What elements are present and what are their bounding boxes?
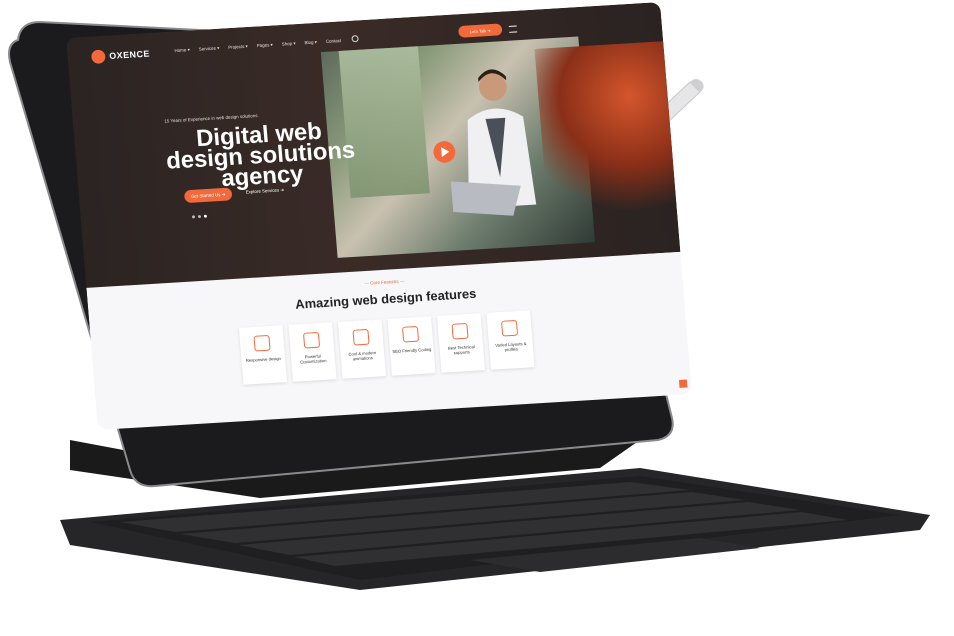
customization-icon	[302, 331, 321, 349]
tablet-screen: OXENCE Home ▾ Services ▾ Projects ▾ Page…	[66, 2, 692, 430]
feature-label: SEO Friendly Coding	[392, 346, 432, 355]
nav-item-pages[interactable]: Pages ▾	[256, 42, 273, 49]
feature-card[interactable]: Cool & modern animations	[337, 319, 387, 379]
hero-section: OXENCE Home ▾ Services ▾ Projects ▾ Page…	[66, 2, 681, 288]
seo-icon	[401, 325, 420, 343]
feature-card[interactable]: Powerful Customization	[288, 322, 337, 382]
nav-item-contact[interactable]: Contact	[326, 38, 342, 45]
hero-accent-gradient	[534, 41, 678, 226]
main-nav: Home ▾ Services ▾ Projects ▾ Pages ▾ Sho…	[174, 38, 341, 54]
animation-icon	[352, 328, 370, 346]
hero-headline: Digital web design solutions agency	[165, 118, 357, 193]
site-logo[interactable]: OXENCE	[90, 47, 151, 64]
explore-services-link[interactable]: Explore Services ➜	[246, 187, 285, 195]
feature-label: Powerful Customization	[299, 353, 327, 365]
support-icon	[451, 322, 469, 340]
feature-label: Responsive design	[245, 355, 282, 363]
nav-item-shop[interactable]: Shop ▾	[282, 41, 296, 48]
feature-card[interactable]: Varied Layouts & profiles	[486, 310, 535, 370]
search-icon[interactable]	[351, 35, 359, 43]
nav-item-home[interactable]: Home ▾	[174, 47, 190, 54]
hamburger-menu-icon[interactable]	[508, 25, 518, 33]
get-started-button[interactable]: Get Started Us ➜	[183, 187, 233, 204]
tablet-scene: OXENCE Home ▾ Services ▾ Projects ▾ Page…	[0, 0, 954, 636]
feature-card[interactable]: Responsive design	[238, 325, 288, 385]
nav-item-services[interactable]: Services ▾	[199, 45, 220, 52]
slider-dots[interactable]	[191, 214, 208, 219]
feature-label: Varied Layouts & profiles	[495, 341, 527, 353]
logo-text: OXENCE	[108, 48, 151, 61]
feature-label: Best Technical supports	[447, 344, 475, 356]
logo-icon	[90, 49, 106, 64]
feature-label: Cool & modern animations	[348, 350, 377, 362]
responsive-icon	[253, 334, 271, 352]
scroll-to-top-button[interactable]	[678, 379, 688, 388]
feature-card[interactable]: Best Technical supports	[436, 313, 486, 373]
feature-card[interactable]: SEO Friendly Coding	[387, 316, 436, 376]
lets-talk-button[interactable]: Let's Talk ➜	[458, 23, 503, 38]
layouts-icon	[500, 319, 519, 337]
feature-cards: Responsive design Powerful Customization…	[238, 310, 535, 385]
nav-item-blog[interactable]: Blog ▾	[304, 40, 317, 47]
nav-item-projects[interactable]: Projects ▾	[228, 44, 248, 51]
